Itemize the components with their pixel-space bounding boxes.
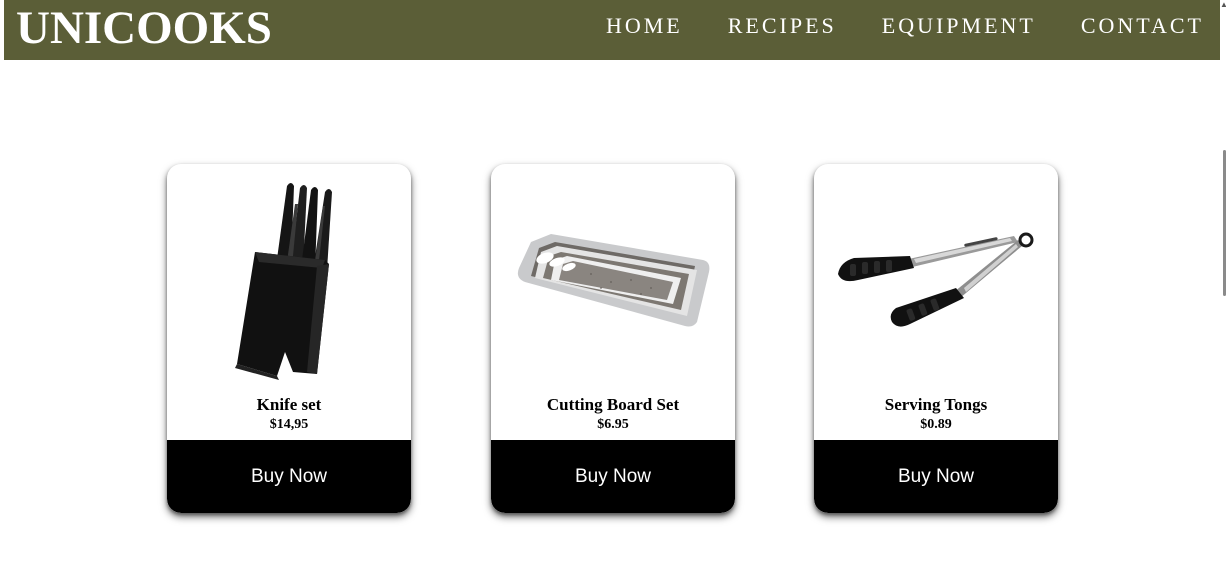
page-scrollbar[interactable]: ▲ bbox=[1220, 0, 1226, 586]
buy-now-button[interactable]: Buy Now bbox=[814, 440, 1058, 513]
product-card-knife-set: Knife set $14,95 Buy Now bbox=[167, 164, 411, 513]
page: UNICOOKS HOME RECIPES EQUIPMENT CONTACT … bbox=[0, 0, 1226, 586]
knife-block-icon bbox=[167, 164, 411, 392]
tongs-icon bbox=[814, 164, 1058, 392]
product-name: Knife set bbox=[256, 395, 322, 414]
nav-equipment-link[interactable]: EQUIPMENT bbox=[882, 12, 1036, 40]
product-name: Cutting Board Set bbox=[546, 395, 680, 414]
cutting-board-icon bbox=[491, 164, 735, 392]
product-card-serving-tongs: Serving Tongs $0.89 Buy Now bbox=[814, 164, 1058, 513]
nav-home-link[interactable]: HOME bbox=[606, 12, 683, 40]
product-card-cutting-board-set: Cutting Board Set $6.95 Buy Now bbox=[491, 164, 735, 513]
product-price: $0.89 bbox=[920, 417, 952, 432]
product-name: Serving Tongs bbox=[884, 395, 988, 414]
navbar: UNICOOKS HOME RECIPES EQUIPMENT CONTACT bbox=[4, 0, 1220, 60]
nav-contact-link[interactable]: CONTACT bbox=[1081, 12, 1204, 40]
nav-recipes-link[interactable]: RECIPES bbox=[728, 12, 837, 40]
site-logo[interactable]: UNICOOKS bbox=[16, 2, 272, 54]
nav-menu: HOME RECIPES EQUIPMENT CONTACT bbox=[606, 12, 1204, 40]
product-price: $6.95 bbox=[597, 417, 629, 432]
scroll-up-arrow-icon[interactable]: ▲ bbox=[1220, 0, 1226, 10]
buy-now-button[interactable]: Buy Now bbox=[491, 440, 735, 513]
product-price: $14,95 bbox=[269, 417, 309, 432]
buy-now-button[interactable]: Buy Now bbox=[167, 440, 411, 513]
